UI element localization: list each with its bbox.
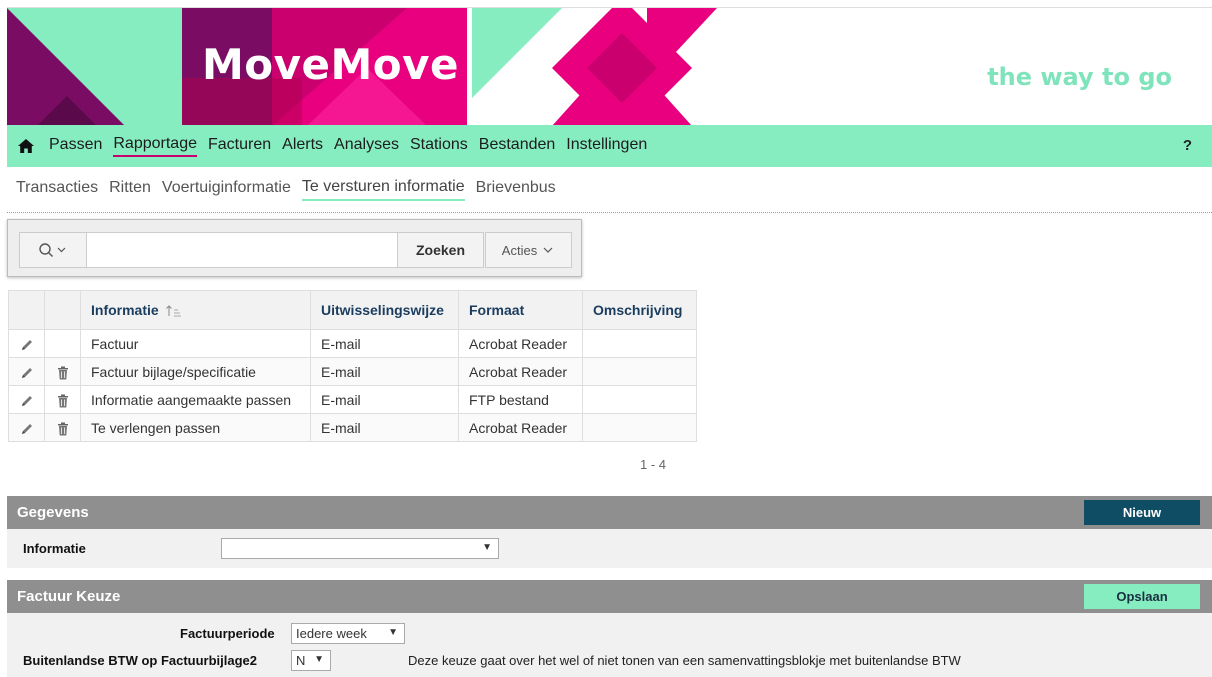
cell-informatie: Factuur bijlage/specificatie — [80, 357, 311, 386]
table-row[interactable]: Factuur bijlage/specificatie E-mail Acro… — [8, 357, 697, 386]
dropdown-arrow-icon: ▼ — [314, 654, 324, 665]
cell-formaat: Acrobat Reader — [458, 413, 583, 442]
search-options-dropdown[interactable] — [20, 233, 87, 267]
dropdown-arrow-icon: ▼ — [388, 627, 398, 638]
edit-pencil-icon[interactable] — [20, 366, 34, 380]
brand-logo-text: MoveMove — [202, 40, 460, 89]
search-toolbar: Zoeken Acties — [7, 219, 582, 277]
information-table: Informatie Uitwisselingswijze Formaat Om… — [8, 290, 697, 442]
table-header-row: Informatie Uitwisselingswijze Formaat Om… — [8, 290, 697, 330]
chevron-down-icon — [543, 247, 553, 253]
informatie-label: Informatie — [23, 541, 86, 556]
header-edit-col — [8, 290, 45, 330]
column-header-formaat[interactable]: Formaat — [458, 290, 583, 330]
cell-omschrijving — [582, 385, 697, 414]
cell-omschrijving — [582, 413, 697, 442]
gegevens-panel-header: Gegevens Nieuw — [7, 496, 1212, 529]
home-icon[interactable] — [17, 137, 35, 155]
panel-title-gegevens: Gegevens — [17, 504, 89, 521]
nav-item-analyses[interactable]: Analyses — [334, 136, 399, 156]
gegevens-panel-body: Informatie ▼ — [7, 529, 1212, 568]
factuur-keuze-panel-header: Factuur Keuze Opslaan — [7, 580, 1212, 613]
new-button[interactable]: Nieuw — [1084, 500, 1200, 525]
cell-wijze: E-mail — [310, 385, 459, 414]
search-button[interactable]: Zoeken — [397, 233, 483, 267]
actions-dropdown[interactable]: Acties — [485, 232, 572, 268]
search-icon — [39, 243, 66, 257]
nav-item-rapportage[interactable]: Rapportage — [113, 135, 197, 157]
edit-pencil-icon[interactable] — [20, 422, 34, 436]
banner: MoveMove the way to go — [7, 7, 1212, 125]
cell-formaat: Acrobat Reader — [458, 329, 583, 358]
edit-pencil-icon[interactable] — [20, 394, 34, 408]
tagline: the way to go — [987, 63, 1172, 91]
nav-item-facturen[interactable]: Facturen — [208, 136, 271, 156]
pagination-info: 1 - 4 — [640, 457, 667, 472]
subnav-item-brievenbus[interactable]: Brievenbus — [476, 179, 556, 200]
cell-omschrijving — [582, 329, 697, 358]
nav-item-bestanden[interactable]: Bestanden — [479, 136, 556, 156]
column-header-informatie[interactable]: Informatie — [80, 290, 311, 330]
nav-item-alerts[interactable]: Alerts — [282, 136, 323, 156]
edit-pencil-icon[interactable] — [20, 338, 34, 352]
table-row[interactable]: Factuur E-mail Acrobat Reader — [8, 329, 697, 358]
actions-label: Acties — [501, 242, 538, 258]
search-group: Zoeken — [19, 232, 484, 268]
sub-nav: Transacties Ritten Voertuiginformatie Te… — [7, 167, 1212, 213]
save-button[interactable]: Opslaan — [1084, 584, 1200, 609]
buitenlandse-btw-label: Buitenlandse BTW op Factuurbijlage2 — [23, 653, 258, 668]
cell-wijze: E-mail — [310, 413, 459, 442]
nav-item-instellingen[interactable]: Instellingen — [566, 136, 647, 156]
cell-formaat: FTP bestand — [458, 385, 583, 414]
cell-formaat: Acrobat Reader — [458, 357, 583, 386]
factuur-keuze-panel-body: Factuurperiode Iedere week ▼ Buitenlands… — [7, 613, 1212, 677]
column-header-omschrijving[interactable]: Omschrijving — [582, 290, 697, 330]
cell-omschrijving — [582, 357, 697, 386]
panel-title-factuur-keuze: Factuur Keuze — [17, 588, 121, 605]
subnav-item-te-versturen-informatie[interactable]: Te versturen informatie — [301, 178, 465, 201]
dropdown-arrow-icon: ▼ — [482, 542, 492, 553]
sort-ascending-icon — [165, 305, 181, 317]
btw-explanation-text: Deze keuze gaat over het wel of niet ton… — [408, 653, 961, 668]
informatie-select[interactable]: ▼ — [221, 538, 499, 559]
cell-wijze: E-mail — [310, 329, 459, 358]
column-header-uitwisselingswijze[interactable]: Uitwisselingswijze — [310, 290, 459, 330]
trash-icon[interactable] — [57, 422, 69, 436]
table-row[interactable]: Informatie aangemaakte passen E-mail FTP… — [8, 385, 697, 414]
subnav-item-voertuiginformatie[interactable]: Voertuiginformatie — [162, 179, 291, 200]
nav-item-passen[interactable]: Passen — [49, 136, 102, 156]
search-input[interactable] — [87, 233, 397, 267]
trash-icon[interactable] — [57, 394, 69, 408]
help-button[interactable]: ? — [1183, 137, 1192, 154]
table-row[interactable]: Te verlengen passen E-mail Acrobat Reade… — [8, 413, 697, 442]
cell-informatie: Factuur — [80, 329, 311, 358]
buitenlandse-btw-select[interactable]: N ▼ — [291, 650, 331, 671]
subnav-item-ritten[interactable]: Ritten — [109, 179, 151, 200]
cell-informatie: Te verlengen passen — [80, 413, 311, 442]
main-nav: Passen Rapportage Facturen Alerts Analys… — [7, 125, 1212, 167]
factuurperiode-label: Factuurperiode — [180, 626, 275, 641]
factuurperiode-select[interactable]: Iedere week ▼ — [291, 623, 405, 644]
subnav-item-transacties[interactable]: Transacties — [16, 179, 98, 200]
cell-wijze: E-mail — [310, 357, 459, 386]
nav-item-stations[interactable]: Stations — [410, 136, 468, 156]
cell-informatie: Informatie aangemaakte passen — [80, 385, 311, 414]
trash-icon[interactable] — [57, 366, 69, 380]
header-delete-col — [44, 290, 81, 330]
